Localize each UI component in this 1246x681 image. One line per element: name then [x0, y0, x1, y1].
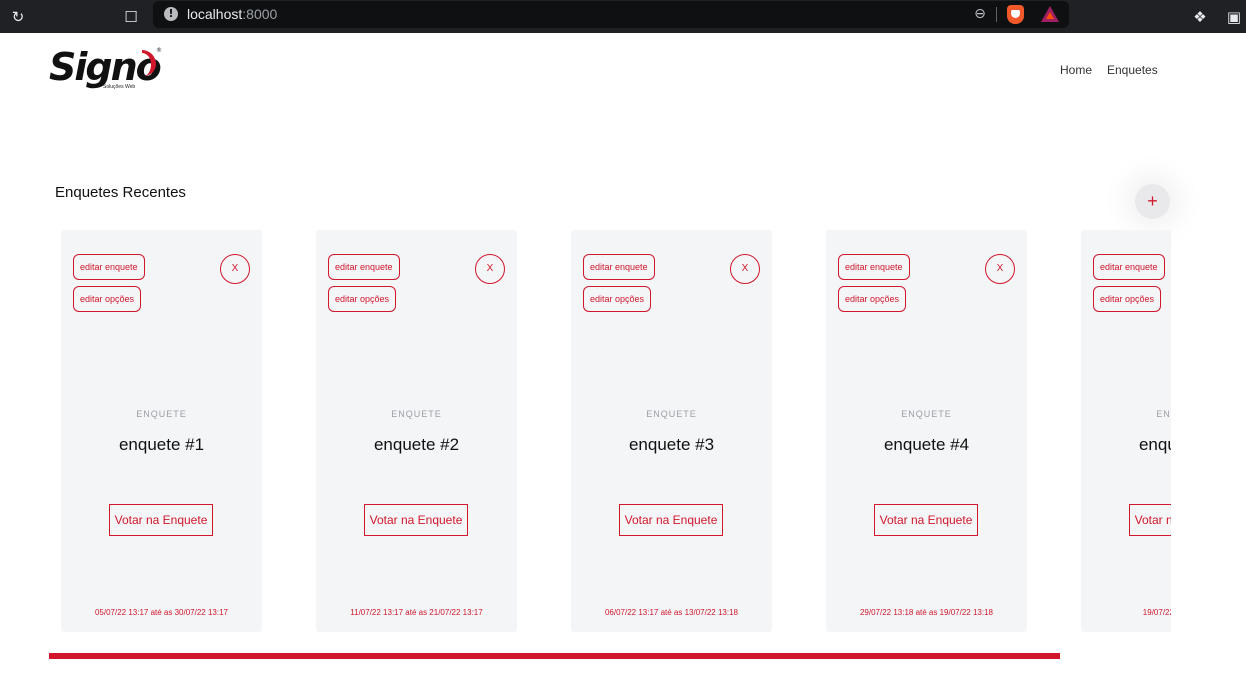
- card-eyebrow: ENQUETE: [391, 409, 442, 419]
- url-port: :8000: [242, 6, 278, 22]
- poll-dates: 29/07/22 13:18 até as 19/07/22 13:18: [859, 608, 993, 617]
- poll-title: enquete #1: [118, 435, 205, 454]
- delete-poll-button[interactable]: X: [730, 254, 760, 284]
- edit-poll-button[interactable]: editar enquete: [1093, 254, 1165, 280]
- card-eyebrow: ENQUETE: [901, 409, 952, 419]
- add-poll-button[interactable]: +: [1135, 184, 1170, 219]
- vote-button[interactable]: Votar na Enquete: [364, 504, 468, 536]
- zoom-icon[interactable]: ⊖: [971, 5, 989, 23]
- poll-dates: 05/07/22 13:17 até as 30/07/22 13:17: [94, 608, 228, 617]
- card-eyebrow: ENQUETE: [646, 409, 697, 419]
- edit-poll-button[interactable]: editar enquete: [73, 254, 145, 280]
- vote-button[interactable]: Votar na Enquete: [619, 504, 723, 536]
- delete-poll-button[interactable]: X: [985, 254, 1015, 284]
- poll-dates: 11/07/22 13:17 até as 21/07/22 13:17: [350, 608, 483, 617]
- bookmark-icon[interactable]: ☐: [118, 4, 144, 30]
- edit-poll-button[interactable]: editar enquete: [583, 254, 655, 280]
- delete-poll-button[interactable]: X: [475, 254, 505, 284]
- logo[interactable]: Signo ® Soluções Web: [49, 44, 169, 96]
- vote-button[interactable]: Votar na Enquete: [874, 504, 978, 536]
- vote-button[interactable]: Votar na Enquete: [1129, 504, 1171, 536]
- wallet-icon[interactable]: ▣: [1221, 4, 1246, 30]
- nav-enquetes[interactable]: Enquetes: [1107, 63, 1158, 77]
- polls-carousel: editar enquete editar opções X ENQUETE e…: [0, 230, 1171, 632]
- edit-options-button[interactable]: editar opções: [838, 286, 907, 312]
- poll-card: editar enquete editar opções X ENQUETE e…: [571, 230, 772, 632]
- poll-card: editar enquete editar opções X ENQUETE e…: [1081, 230, 1171, 632]
- poll-title: enquete #3: [628, 435, 715, 454]
- poll-dates: 19/07/22 13:18 até as: [1142, 608, 1171, 617]
- poll-title: enquete #2: [373, 435, 460, 454]
- address-bar[interactable]: ! localhost:8000 ⊖: [153, 1, 1069, 28]
- delete-poll-button[interactable]: X: [220, 254, 250, 284]
- card-eyebrow: ENQUETE: [1156, 409, 1171, 419]
- poll-card: editar enquete editar opções X ENQUETE e…: [61, 230, 262, 632]
- vote-button[interactable]: Votar na Enquete: [109, 504, 213, 536]
- extensions-icon[interactable]: ❖: [1187, 4, 1213, 30]
- poll-title: enquete #5: [1138, 435, 1171, 454]
- edit-poll-button[interactable]: editar enquete: [328, 254, 400, 280]
- brave-shields-icon[interactable]: [1007, 5, 1024, 24]
- url-text[interactable]: localhost:8000: [187, 6, 277, 22]
- poll-card: editar enquete editar opções X ENQUETE e…: [826, 230, 1027, 632]
- registered-mark: ®: [156, 47, 162, 54]
- site-info-icon[interactable]: !: [164, 7, 178, 21]
- reload-icon[interactable]: ↻: [5, 4, 31, 30]
- divider: [996, 7, 997, 22]
- browser-toolbar: ↻ ☐ ! localhost:8000 ⊖ ❖ ▣: [0, 0, 1246, 33]
- edit-options-button[interactable]: editar opções: [1093, 286, 1162, 312]
- poll-card: editar enquete editar opções X ENQUETE e…: [316, 230, 517, 632]
- poll-dates: 06/07/22 13:17 até as 13/07/22 13:18: [604, 608, 738, 617]
- poll-title: enquete #4: [883, 435, 970, 454]
- footer-accent-bar: [49, 653, 1060, 659]
- logo-subtitle: Soluções Web: [103, 84, 136, 90]
- card-eyebrow: ENQUETE: [136, 409, 187, 419]
- section-title: Enquetes Recentes: [55, 184, 186, 201]
- brave-rewards-icon[interactable]: [1041, 6, 1059, 22]
- nav-home[interactable]: Home: [1060, 63, 1092, 77]
- edit-poll-button[interactable]: editar enquete: [838, 254, 910, 280]
- url-host: localhost: [187, 6, 243, 22]
- edit-options-button[interactable]: editar opções: [583, 286, 652, 312]
- edit-options-button[interactable]: editar opções: [73, 286, 142, 312]
- edit-options-button[interactable]: editar opções: [328, 286, 397, 312]
